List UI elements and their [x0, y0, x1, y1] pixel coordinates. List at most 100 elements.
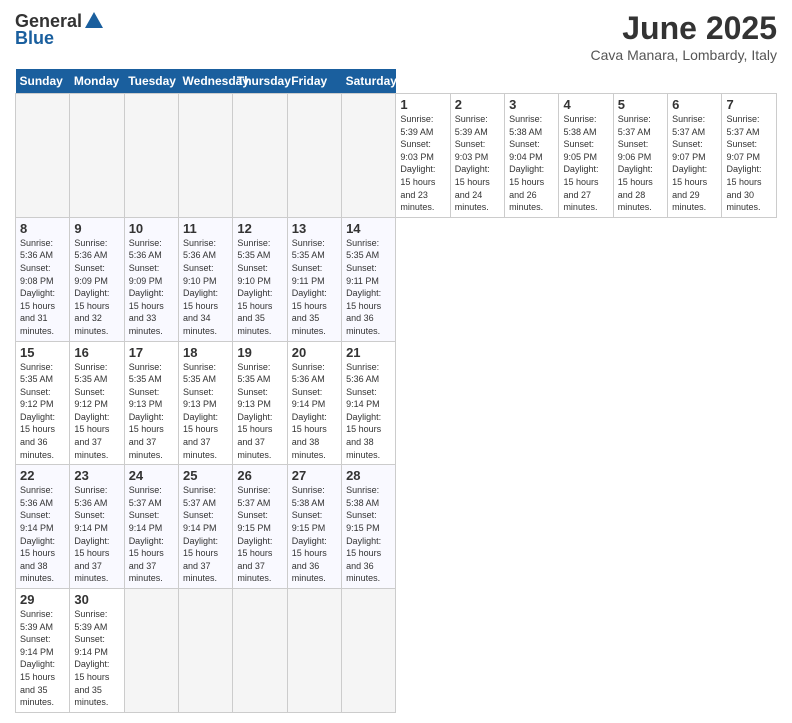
sunset: Sunset: 9:08 PM: [20, 263, 54, 286]
calendar-cell: [233, 94, 287, 218]
daylight: Daylight: 15 hours and 37 minutes.: [74, 412, 109, 460]
day-info: Sunrise: 5:35 AMSunset: 9:12 PMDaylight:…: [74, 361, 119, 462]
sunrise: Sunrise: 5:35 AM: [292, 238, 325, 261]
location: Cava Manara, Lombardy, Italy: [591, 47, 778, 63]
sunset: Sunset: 9:13 PM: [129, 387, 163, 410]
calendar-cell: 20Sunrise: 5:36 AMSunset: 9:14 PMDayligh…: [287, 341, 341, 465]
calendar-cell: 21Sunrise: 5:36 AMSunset: 9:14 PMDayligh…: [342, 341, 396, 465]
day-info: Sunrise: 5:35 AMSunset: 9:11 PMDaylight:…: [346, 237, 391, 338]
day-number: 23: [74, 468, 119, 483]
day-info: Sunrise: 5:37 AMSunset: 9:07 PMDaylight:…: [672, 113, 717, 214]
calendar-cell: [179, 589, 233, 713]
day-number: 10: [129, 221, 174, 236]
day-number: 2: [455, 97, 500, 112]
weekday-header-sunday: Sunday: [16, 69, 70, 94]
daylight: Daylight: 15 hours and 24 minutes.: [455, 164, 490, 212]
day-number: 14: [346, 221, 391, 236]
sunrise: Sunrise: 5:36 AM: [292, 362, 325, 385]
day-number: 8: [20, 221, 65, 236]
calendar-cell: 3Sunrise: 5:38 AMSunset: 9:04 PMDaylight…: [505, 94, 559, 218]
daylight: Daylight: 15 hours and 37 minutes.: [74, 536, 109, 584]
sunrise: Sunrise: 5:36 AM: [346, 362, 379, 385]
sunrise: Sunrise: 5:37 AM: [183, 485, 216, 508]
day-info: Sunrise: 5:35 AMSunset: 9:11 PMDaylight:…: [292, 237, 337, 338]
weekday-header-monday: Monday: [70, 69, 124, 94]
calendar-cell: 22Sunrise: 5:36 AMSunset: 9:14 PMDayligh…: [16, 465, 70, 589]
sunrise: Sunrise: 5:37 AM: [129, 485, 162, 508]
calendar-cell: [124, 589, 178, 713]
sunset: Sunset: 9:04 PM: [509, 139, 543, 162]
weekday-header-wednesday: Wednesday: [179, 69, 233, 94]
sunrise: Sunrise: 5:39 AM: [20, 609, 53, 632]
calendar-week-5: 29Sunrise: 5:39 AMSunset: 9:14 PMDayligh…: [16, 589, 777, 713]
sunset: Sunset: 9:14 PM: [20, 510, 54, 533]
weekday-header-row: SundayMondayTuesdayWednesdayThursdayFrid…: [16, 69, 777, 94]
calendar-cell: [16, 94, 70, 218]
sunset: Sunset: 9:14 PM: [346, 387, 380, 410]
calendar-cell: 28Sunrise: 5:38 AMSunset: 9:15 PMDayligh…: [342, 465, 396, 589]
sunset: Sunset: 9:14 PM: [20, 634, 54, 657]
sunset: Sunset: 9:14 PM: [129, 510, 163, 533]
day-info: Sunrise: 5:35 AMSunset: 9:13 PMDaylight:…: [237, 361, 282, 462]
daylight: Daylight: 15 hours and 36 minutes.: [346, 536, 381, 584]
sunrise: Sunrise: 5:38 AM: [509, 114, 542, 137]
header: General Blue June 2025 Cava Manara, Lomb…: [15, 10, 777, 63]
day-info: Sunrise: 5:39 AMSunset: 9:14 PMDaylight:…: [20, 608, 65, 709]
day-info: Sunrise: 5:37 AMSunset: 9:14 PMDaylight:…: [129, 484, 174, 585]
sunrise: Sunrise: 5:37 AM: [618, 114, 651, 137]
sunrise: Sunrise: 5:35 AM: [237, 362, 270, 385]
day-number: 30: [74, 592, 119, 607]
weekday-header-saturday: Saturday: [342, 69, 396, 94]
day-info: Sunrise: 5:38 AMSunset: 9:15 PMDaylight:…: [346, 484, 391, 585]
day-number: 16: [74, 345, 119, 360]
weekday-header-tuesday: Tuesday: [124, 69, 178, 94]
sunrise: Sunrise: 5:35 AM: [129, 362, 162, 385]
day-number: 6: [672, 97, 717, 112]
calendar-cell: 23Sunrise: 5:36 AMSunset: 9:14 PMDayligh…: [70, 465, 124, 589]
sunset: Sunset: 9:07 PM: [726, 139, 760, 162]
calendar-cell: 19Sunrise: 5:35 AMSunset: 9:13 PMDayligh…: [233, 341, 287, 465]
calendar-cell: 18Sunrise: 5:35 AMSunset: 9:13 PMDayligh…: [179, 341, 233, 465]
daylight: Daylight: 15 hours and 29 minutes.: [672, 164, 707, 212]
sunset: Sunset: 9:10 PM: [237, 263, 271, 286]
sunset: Sunset: 9:07 PM: [672, 139, 706, 162]
day-number: 4: [563, 97, 608, 112]
sunrise: Sunrise: 5:36 AM: [20, 238, 53, 261]
day-info: Sunrise: 5:39 AMSunset: 9:03 PMDaylight:…: [455, 113, 500, 214]
calendar-cell: 6Sunrise: 5:37 AMSunset: 9:07 PMDaylight…: [668, 94, 722, 218]
sunrise: Sunrise: 5:38 AM: [346, 485, 379, 508]
daylight: Daylight: 15 hours and 37 minutes.: [183, 412, 218, 460]
calendar-cell: 7Sunrise: 5:37 AMSunset: 9:07 PMDaylight…: [722, 94, 777, 218]
sunset: Sunset: 9:10 PM: [183, 263, 217, 286]
sunset: Sunset: 9:15 PM: [237, 510, 271, 533]
day-info: Sunrise: 5:36 AMSunset: 9:10 PMDaylight:…: [183, 237, 228, 338]
calendar-week-3: 15Sunrise: 5:35 AMSunset: 9:12 PMDayligh…: [16, 341, 777, 465]
sunrise: Sunrise: 5:35 AM: [74, 362, 107, 385]
daylight: Daylight: 15 hours and 35 minutes.: [237, 288, 272, 336]
day-info: Sunrise: 5:38 AMSunset: 9:04 PMDaylight:…: [509, 113, 554, 214]
calendar-cell: 8Sunrise: 5:36 AMSunset: 9:08 PMDaylight…: [16, 217, 70, 341]
sunset: Sunset: 9:12 PM: [20, 387, 54, 410]
daylight: Daylight: 15 hours and 37 minutes.: [237, 536, 272, 584]
day-info: Sunrise: 5:35 AMSunset: 9:13 PMDaylight:…: [129, 361, 174, 462]
sunrise: Sunrise: 5:35 AM: [346, 238, 379, 261]
day-number: 13: [292, 221, 337, 236]
daylight: Daylight: 15 hours and 38 minutes.: [292, 412, 327, 460]
logo-icon: [83, 10, 105, 32]
calendar-week-1: 1Sunrise: 5:39 AMSunset: 9:03 PMDaylight…: [16, 94, 777, 218]
day-info: Sunrise: 5:36 AMSunset: 9:14 PMDaylight:…: [346, 361, 391, 462]
day-number: 15: [20, 345, 65, 360]
sunset: Sunset: 9:15 PM: [292, 510, 326, 533]
calendar-cell: 26Sunrise: 5:37 AMSunset: 9:15 PMDayligh…: [233, 465, 287, 589]
weekday-header-friday: Friday: [287, 69, 341, 94]
day-info: Sunrise: 5:36 AMSunset: 9:08 PMDaylight:…: [20, 237, 65, 338]
calendar-cell: 29Sunrise: 5:39 AMSunset: 9:14 PMDayligh…: [16, 589, 70, 713]
daylight: Daylight: 15 hours and 38 minutes.: [20, 536, 55, 584]
sunset: Sunset: 9:11 PM: [292, 263, 325, 286]
calendar-cell: 30Sunrise: 5:39 AMSunset: 9:14 PMDayligh…: [70, 589, 124, 713]
daylight: Daylight: 15 hours and 23 minutes.: [400, 164, 435, 212]
sunrise: Sunrise: 5:36 AM: [74, 238, 107, 261]
day-info: Sunrise: 5:35 AMSunset: 9:12 PMDaylight:…: [20, 361, 65, 462]
day-number: 28: [346, 468, 391, 483]
calendar-cell: [287, 94, 341, 218]
